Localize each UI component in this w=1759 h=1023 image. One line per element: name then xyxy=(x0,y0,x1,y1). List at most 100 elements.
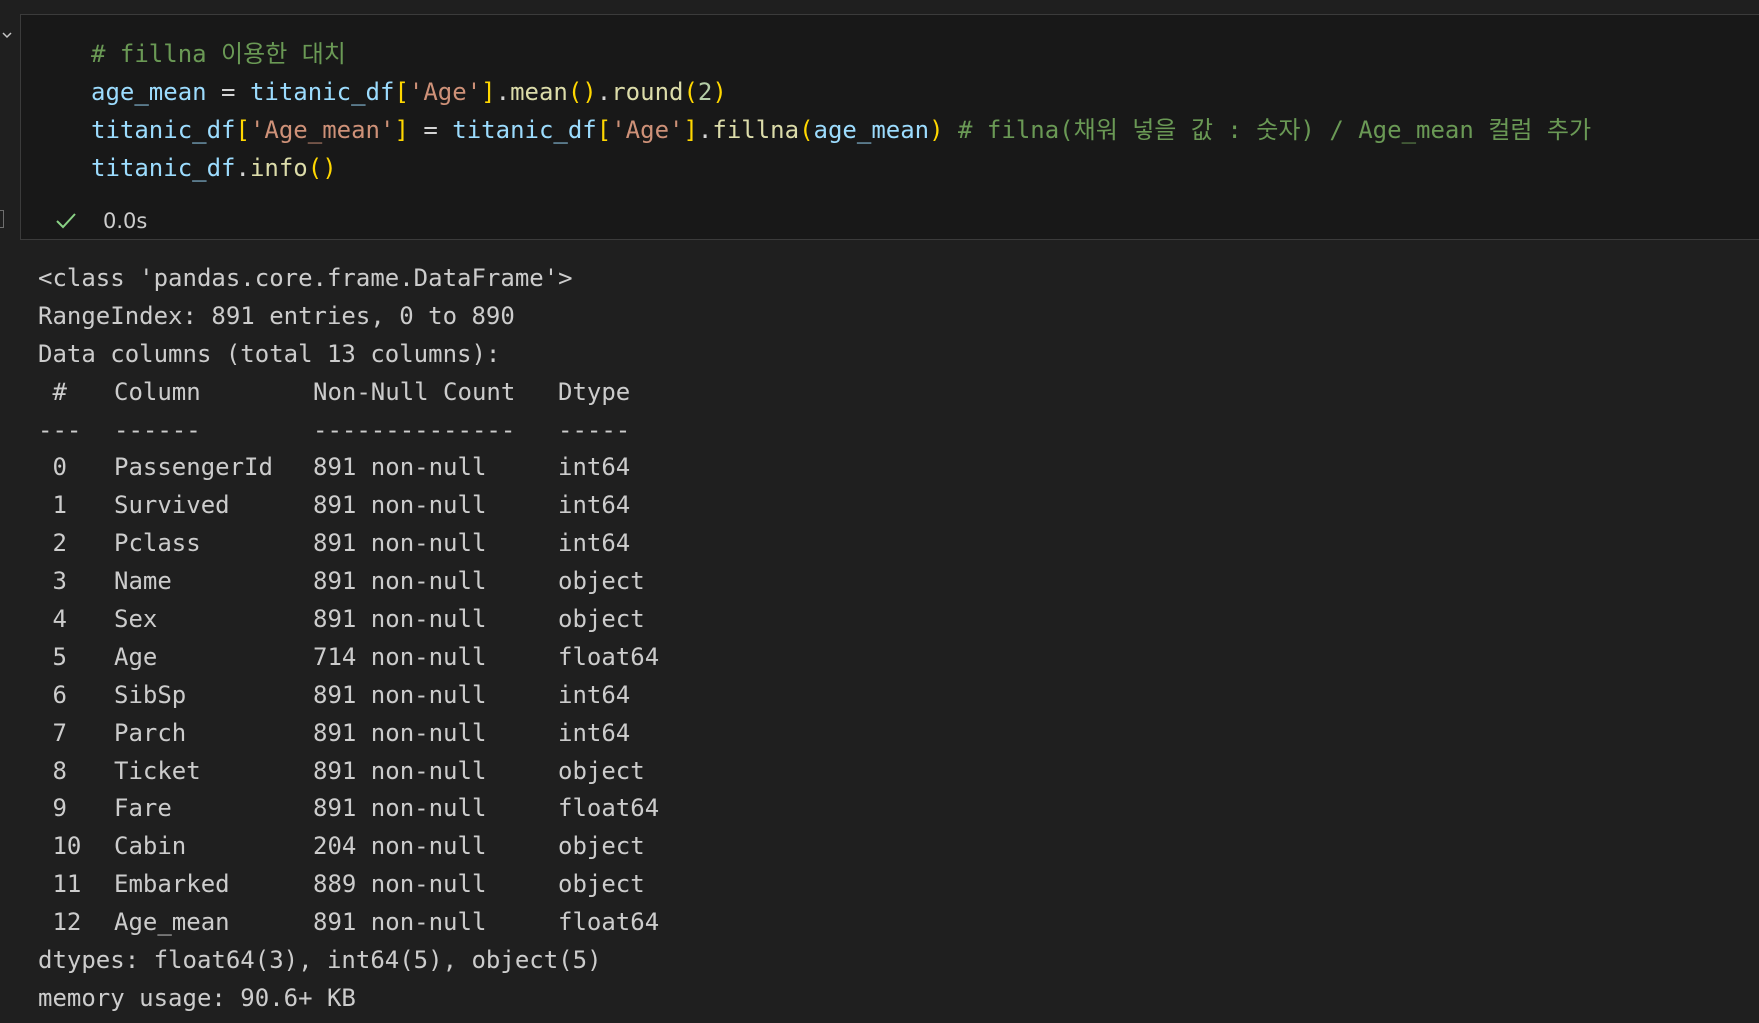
info-cell-type: object xyxy=(558,605,645,634)
info-cell-idx: 1 xyxy=(38,491,67,520)
output-header-line: <class 'pandas.core.frame.DataFrame'> xyxy=(38,264,573,292)
info-cell-name: Parch xyxy=(114,718,187,747)
output-header-line: Data columns (total 13 columns): xyxy=(38,339,501,368)
info-cell-idx: --- xyxy=(38,415,82,444)
code-editor[interactable]: # fillna 이용한 대치 age_mean = titanic_df['Ag… xyxy=(91,35,1591,187)
code-token: 'Age' xyxy=(408,78,482,106)
editor-top-edge xyxy=(0,0,1759,14)
code-line[interactable]: age_mean = titanic_df['Age'].mean().roun… xyxy=(91,73,1591,111)
info-cell-type: int64 xyxy=(558,680,631,709)
info-cell-name: Survived xyxy=(114,491,230,520)
info-cell-name: Sex xyxy=(114,605,158,634)
info-cell-name: Cabin xyxy=(114,832,187,861)
info-cell-type: int64 xyxy=(558,718,631,747)
code-token: titanic_df xyxy=(91,116,236,144)
code-token: [ xyxy=(596,116,612,144)
code-token: ] xyxy=(683,116,698,144)
code-token: . xyxy=(495,78,511,106)
info-cell-type: object xyxy=(558,832,645,861)
info-cell-idx: 11 xyxy=(38,870,82,899)
code-token: 'Age' xyxy=(611,116,684,144)
info-cell-type: object xyxy=(558,567,645,596)
info-cell-type: object xyxy=(558,870,645,899)
code-token: ( xyxy=(683,78,698,106)
output-footer-line: dtypes: float64(3), int64(5), object(5) xyxy=(38,946,602,975)
code-token: 2 xyxy=(697,78,713,106)
code-token: [ xyxy=(235,116,250,144)
info-cell-count: 891 non-null xyxy=(313,756,487,785)
info-cell-count: 714 non-null xyxy=(313,642,487,671)
code-token: 'Age_mean' xyxy=(249,116,395,144)
info-cell-idx: 6 xyxy=(38,680,67,709)
table-row: 0 PassengerId 891 non-null int64 xyxy=(38,449,659,487)
code-token: = xyxy=(206,78,250,106)
code-line[interactable]: titanic_df.info() xyxy=(91,149,1591,187)
code-token: mean xyxy=(510,78,568,106)
code-line[interactable]: titanic_df['Age_mean'] = titanic_df['Age… xyxy=(91,111,1591,149)
info-cell-idx: 7 xyxy=(38,718,67,747)
info-table-header: # Column Non-Null Count Dtype xyxy=(38,374,659,412)
code-token: ) xyxy=(712,78,727,106)
table-row: 2 Pclass 891 non-null int64 xyxy=(38,525,659,563)
code-token: ) xyxy=(929,116,944,144)
code-token: age_mean xyxy=(813,116,930,144)
info-cell-name: Age_mean xyxy=(114,908,230,937)
table-row: 1 Survived 891 non-null int64 xyxy=(38,487,659,525)
info-cell-idx: 10 xyxy=(38,832,82,861)
info-cell-name: Age xyxy=(114,642,158,671)
cell-status-bar: 0.0s xyxy=(53,207,147,235)
code-token: info xyxy=(249,154,308,182)
cell-gutter xyxy=(0,0,20,1023)
info-cell-count: 891 non-null xyxy=(313,529,487,558)
info-cell-name: PassengerId xyxy=(114,453,273,482)
table-row: 8 Ticket 891 non-null object xyxy=(38,753,659,791)
info-cell-type: int64 xyxy=(558,529,631,558)
info-cell-type: int64 xyxy=(558,453,631,482)
info-cell-type: int64 xyxy=(558,491,631,520)
info-cell-idx: 12 xyxy=(38,908,82,937)
code-cell[interactable]: # fillna 이용한 대치 age_mean = titanic_df['Ag… xyxy=(20,14,1759,240)
table-row: 3 Name 891 non-null object xyxy=(38,563,659,601)
table-row: 4 Sex 891 non-null object xyxy=(38,601,659,639)
code-token: ( xyxy=(799,116,814,144)
code-token: . xyxy=(697,116,713,144)
info-cell-idx: 3 xyxy=(38,567,67,596)
code-token: titanic_df xyxy=(452,116,597,144)
table-row: 5 Age 714 non-null float64 xyxy=(38,639,659,677)
info-cell-count: Non-Null Count xyxy=(313,377,516,406)
table-row: 9 Fare 891 non-null float64 xyxy=(38,790,659,828)
execution-time: 0.0s xyxy=(103,209,148,233)
info-cell-idx: 2 xyxy=(38,529,67,558)
info-cell-type: float64 xyxy=(558,794,660,823)
info-cell-idx: 8 xyxy=(38,756,67,785)
info-cell-count: 891 non-null xyxy=(313,605,487,634)
info-cell-count: 891 non-null xyxy=(313,680,487,709)
info-cell-type: Dtype xyxy=(558,377,631,406)
info-cell-name: Embarked xyxy=(114,870,230,899)
info-cell-idx: 0 xyxy=(38,453,67,482)
code-token: . xyxy=(596,78,612,106)
info-cell-name: SibSp xyxy=(114,680,187,709)
chevron-down-icon[interactable] xyxy=(0,28,14,42)
code-token: titanic_df xyxy=(249,78,395,106)
code-token: # fillna 이용한 대치 xyxy=(91,40,346,68)
info-cell-name: ------ xyxy=(114,415,201,444)
info-cell-type: float64 xyxy=(558,642,660,671)
info-cell-name: Ticket xyxy=(114,756,201,785)
info-cell-count: 204 non-null xyxy=(313,832,487,861)
table-row: 6 SibSp 891 non-null int64 xyxy=(38,677,659,715)
code-token: fillna xyxy=(712,116,800,144)
info-cell-name: Column xyxy=(114,377,201,406)
info-cell-type: ----- xyxy=(558,415,631,444)
info-cell-count: 889 non-null xyxy=(313,870,487,899)
code-line[interactable]: # fillna 이용한 대치 xyxy=(91,35,1591,73)
code-token: # filna(채워 넣을 값 : 숫자) / Age_mean 컬럼 추가 xyxy=(943,116,1592,144)
code-token: [ xyxy=(394,78,409,106)
info-cell-count: 891 non-null xyxy=(313,718,487,747)
table-row: 7 Parch 891 non-null int64 xyxy=(38,715,659,753)
info-cell-count: 891 non-null xyxy=(313,567,487,596)
output-header-line: RangeIndex: 891 entries, 0 to 890 xyxy=(38,301,515,330)
info-cell-name: Pclass xyxy=(114,529,201,558)
code-token: = xyxy=(408,116,453,144)
table-row: 12 Age_mean 891 non-null float64 xyxy=(38,904,659,942)
